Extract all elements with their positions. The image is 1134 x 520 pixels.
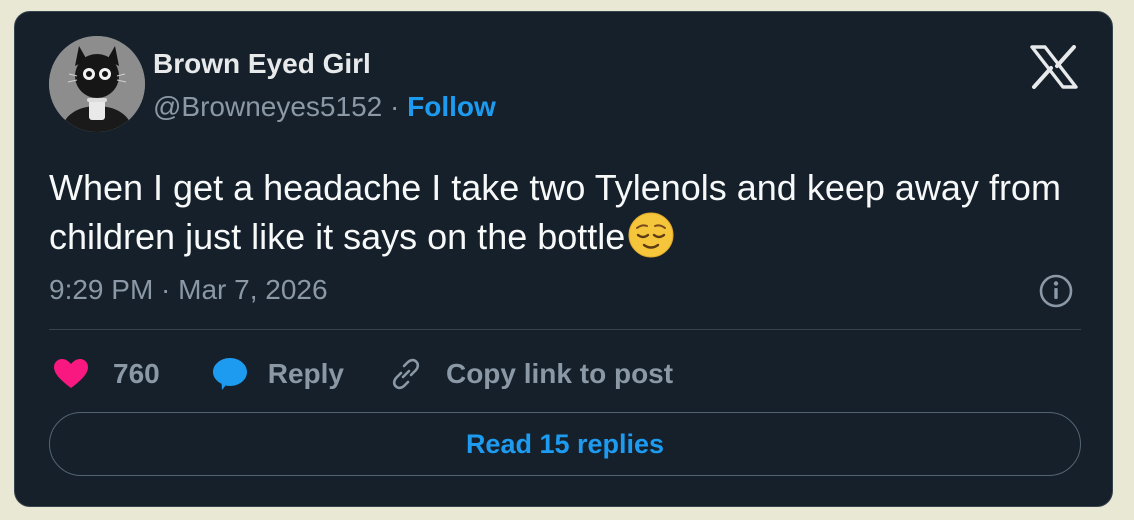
separator-dot: ·	[382, 91, 408, 122]
action-bar: 760 Reply Copy link to post	[53, 351, 673, 397]
speech-bubble-icon	[212, 358, 247, 390]
like-count: 760	[113, 358, 160, 389]
heart-icon	[54, 359, 88, 388]
tweet-timestamp[interactable]: 9:29 PM · Mar 7, 2026	[49, 274, 328, 306]
follow-link[interactable]: Follow	[407, 91, 496, 122]
black-cat-avatar-image	[49, 36, 145, 132]
copy-link-button[interactable]: Copy link to post	[388, 356, 673, 392]
reply-label: Reply	[267, 358, 344, 389]
divider	[49, 329, 1081, 330]
author-name[interactable]: Brown Eyed Girl	[153, 48, 371, 80]
author-handle-line: @Browneyes5152 · Follow	[153, 91, 496, 123]
avatar[interactable]	[49, 36, 145, 132]
like-button[interactable]: 760	[53, 358, 160, 390]
relieved-face-emoji	[627, 211, 675, 259]
x-logo-icon[interactable]	[1029, 45, 1079, 89]
author-handle[interactable]: @Browneyes5152	[153, 91, 382, 122]
link-icon	[392, 358, 420, 390]
info-icon[interactable]	[1038, 273, 1074, 309]
tweet-body: When I get a headache I take two Tylenol…	[49, 167, 1061, 257]
read-replies-button[interactable]: Read 15 replies	[49, 412, 1081, 476]
copy-link-label: Copy link to post	[445, 358, 674, 389]
tweet-text: When I get a headache I take two Tylenol…	[49, 164, 1079, 260]
tweet-card: Brown Eyed Girl @Browneyes5152 · Follow …	[14, 11, 1113, 507]
reply-button[interactable]: Reply	[212, 357, 344, 391]
